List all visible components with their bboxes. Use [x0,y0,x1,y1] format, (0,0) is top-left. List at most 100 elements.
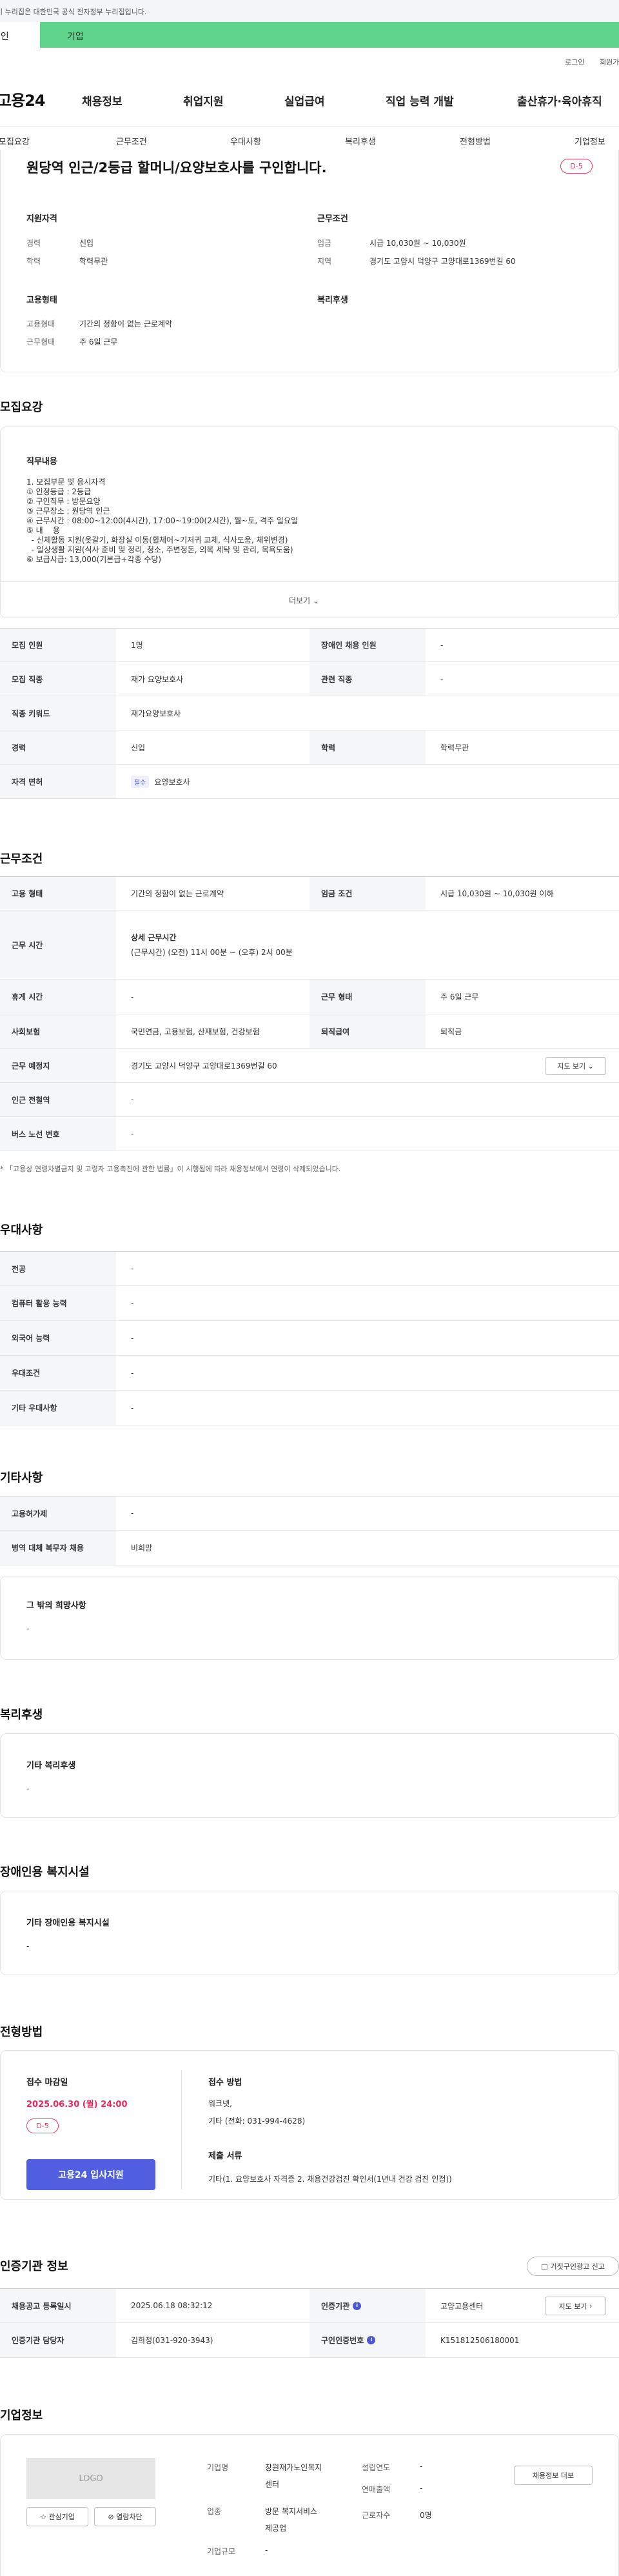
gnb-item-leave[interactable]: 출산휴가·육아휴직 [517,92,619,108]
tab-person[interactable]: 개인 [0,22,40,48]
row-value: 주 6일 근무 [440,992,479,1001]
row-label: 버스 노선 번호 [0,1117,116,1151]
company-name-value-1: 창원재가노인복지 [265,2463,322,2472]
cond-heading: 근무조건 [317,214,348,224]
snb-recruit[interactable]: 모집요강 [0,135,30,147]
job-line: ④ 근무시간 : 08:00~12:00(4시간), 17:00~19:00(2… [26,516,299,525]
row-label: 인증기관 담당자 [0,2323,116,2357]
disab-card: 기타 장애인용 복지시설 - [0,1891,619,1975]
gnb-item-support[interactable]: 취업지원 [183,92,224,108]
etc-title: 기타사항 [0,1471,43,1485]
row-value: - [131,1333,134,1343]
map-button[interactable]: 지도 보기 ⌄ [545,1057,606,1075]
row-label: 병역 대체 복무자 채용 [0,1531,116,1565]
row-value: - [131,1264,134,1273]
snb-company[interactable]: 기업정보 [575,135,605,147]
block-company-button[interactable]: ⊘ 열람차단 [94,2507,156,2526]
table-row: 근무 예정지 경기도 고양시 덕양구 고양대로1369번길 60 지도 보기 ⌄ [0,1049,619,1083]
row-label: 모집 인원 [0,629,116,661]
table-row: 근무 시간 상세 근무시간 (근무시간) (오전) 11시 00분 ~ (오후)… [0,911,619,980]
employee-label: 근로자수 [362,2511,391,2520]
docs-value: 기타(1. 요양보호사 자격증 2. 채용건강검진 확인서(1년내 건강 검진 … [208,2175,452,2184]
employee-value: 0명 [420,2511,432,2520]
site-logo[interactable]: 고용24 [0,88,46,110]
row-label: 사회보험 [0,1014,116,1048]
row-label: 컴퓨터 활용 능력 [0,1286,116,1320]
more-divider [1,581,618,582]
snb-welfare[interactable]: 복리후생 [345,135,376,147]
table-row: 전공 - [0,1251,619,1286]
gnb-item-jobs[interactable]: 채용정보 [82,92,123,108]
row-label: 모집 직종 [0,662,116,696]
chevron-right-icon: › [589,2302,593,2310]
emptype-label: 고용형태 [26,319,55,328]
job-line: ② 구인직무 : 방문요양 [26,497,101,506]
favorite-company-button[interactable]: ☆ 관심기업 [26,2507,88,2526]
disab-card-heading: 기타 장애인용 복지시설 [26,1918,110,1928]
tab-company[interactable]: 기업 [40,22,619,48]
company-title: 기업정보 [0,2409,43,2422]
row-label: 직종 키워드 [0,696,116,730]
row-value: 비희망 [131,1544,153,1553]
work-time-value: 상세 근무시간 (근무시간) (오전) 11시 00분 ~ (오후) 2시 00… [131,911,293,979]
table-row: 직종 키워드 재가요양보호사 [0,696,619,730]
sales-value: - [420,2484,423,2493]
row-label: 자격 면허 [0,765,116,798]
row-value: - [131,1095,134,1104]
snb-pref[interactable]: 우대사항 [230,135,261,147]
other-wish-card: 그 밖의 희망사항 - [0,1576,619,1660]
row-value: 학력무관 [440,743,469,752]
sales-label: 연매출액 [362,2485,391,2494]
gov-banner: 이 누리집은 대한민국 공식 전자정부 누리집입니다. [0,0,619,22]
select-dday-badge: D-5 [26,2118,59,2133]
company-jobs-button[interactable]: 채용정보 더보 [514,2466,593,2485]
row-value: - [131,1298,134,1308]
row-label: 장애인 채용 인원 [310,629,426,661]
table-row: 고용 형태 기간의 정함이 없는 근로계약 임금 조건 시급 10,030원 ~… [0,876,619,911]
row-value: 1명 [131,641,143,650]
job-desc-card: 직무내용 1. 모집부문 및 응시자격 ① 인정등급 : 2등급 ② 구인직무 … [0,427,619,618]
table-row: 모집 직종 재가 요양보호사 관련 직종 - [0,662,619,696]
row-value: - [131,1368,134,1378]
method-heading: 접수 방법 [208,2078,242,2088]
row-label: 전공 [0,1252,116,1285]
row-value: 재가 요양보호사 [131,674,184,684]
pref-title: 우대사항 [0,1223,43,1237]
apply-button[interactable]: 고용24 입사지원 [26,2159,155,2190]
row-label: 근무 예정지 [0,1049,116,1082]
license-value: 필수 요양보호사 [131,765,190,798]
welfare-card-value: - [26,1784,30,1793]
row-value: - [440,674,444,683]
login-link[interactable]: 로그인 [565,57,584,67]
info-icon[interactable]: i [353,2301,362,2310]
more-button[interactable]: 더보기 ⌄ [289,595,319,606]
qual-heading: 지원자격 [26,214,57,224]
gnb-item-training[interactable]: 직업 능력 개발 [386,92,454,108]
snb-work[interactable]: 근무조건 [116,135,147,147]
company-name-value-2: 센터 [265,2480,280,2489]
table-row: 경력 신입 학력 학력무관 [0,730,619,765]
welfare-title: 복리후생 [0,1708,43,1722]
false-ad-report-button[interactable]: □ 거짓구인광고 신고 [527,2257,619,2276]
agency-map-button[interactable]: 지도 보기 › [545,2297,606,2315]
job-line: ⑤ 내 용 [26,526,60,535]
gnb-item-benefit[interactable]: 실업급여 [284,92,325,108]
chevron-down-icon: ⌄ [587,1062,594,1071]
snb-select[interactable]: 전형방법 [460,135,491,147]
row-value: - [440,640,444,650]
row-label: 구인인증번호 i [310,2323,426,2357]
page: 이 누리집은 대한민국 공식 전자정부 누리집입니다. 개인 기업 로그인 회원… [0,0,619,2576]
company-name-label: 기업명 [207,2463,229,2472]
table-row: 인근 전철역 - [0,1083,619,1117]
chat-icon: □ [541,2262,548,2271]
required-chip: 필수 [131,775,150,788]
table-row: 컴퓨터 활용 능력 - [0,1286,619,1321]
star-icon: ☆ [40,2512,46,2521]
info-icon[interactable]: i [367,2336,376,2344]
table-row: 고용허가제 - [0,1496,619,1531]
join-link[interactable]: 회원가입 [600,57,619,67]
deadline-value: 2025.06.30 (월) 24:00 [26,2100,128,2109]
agency-title: 인증기관 정보 [0,2260,68,2273]
row-label: 인근 전철역 [0,1083,116,1116]
gov-banner-text: 이 누리집은 대한민국 공식 전자정부 누리집입니다. [0,8,147,16]
